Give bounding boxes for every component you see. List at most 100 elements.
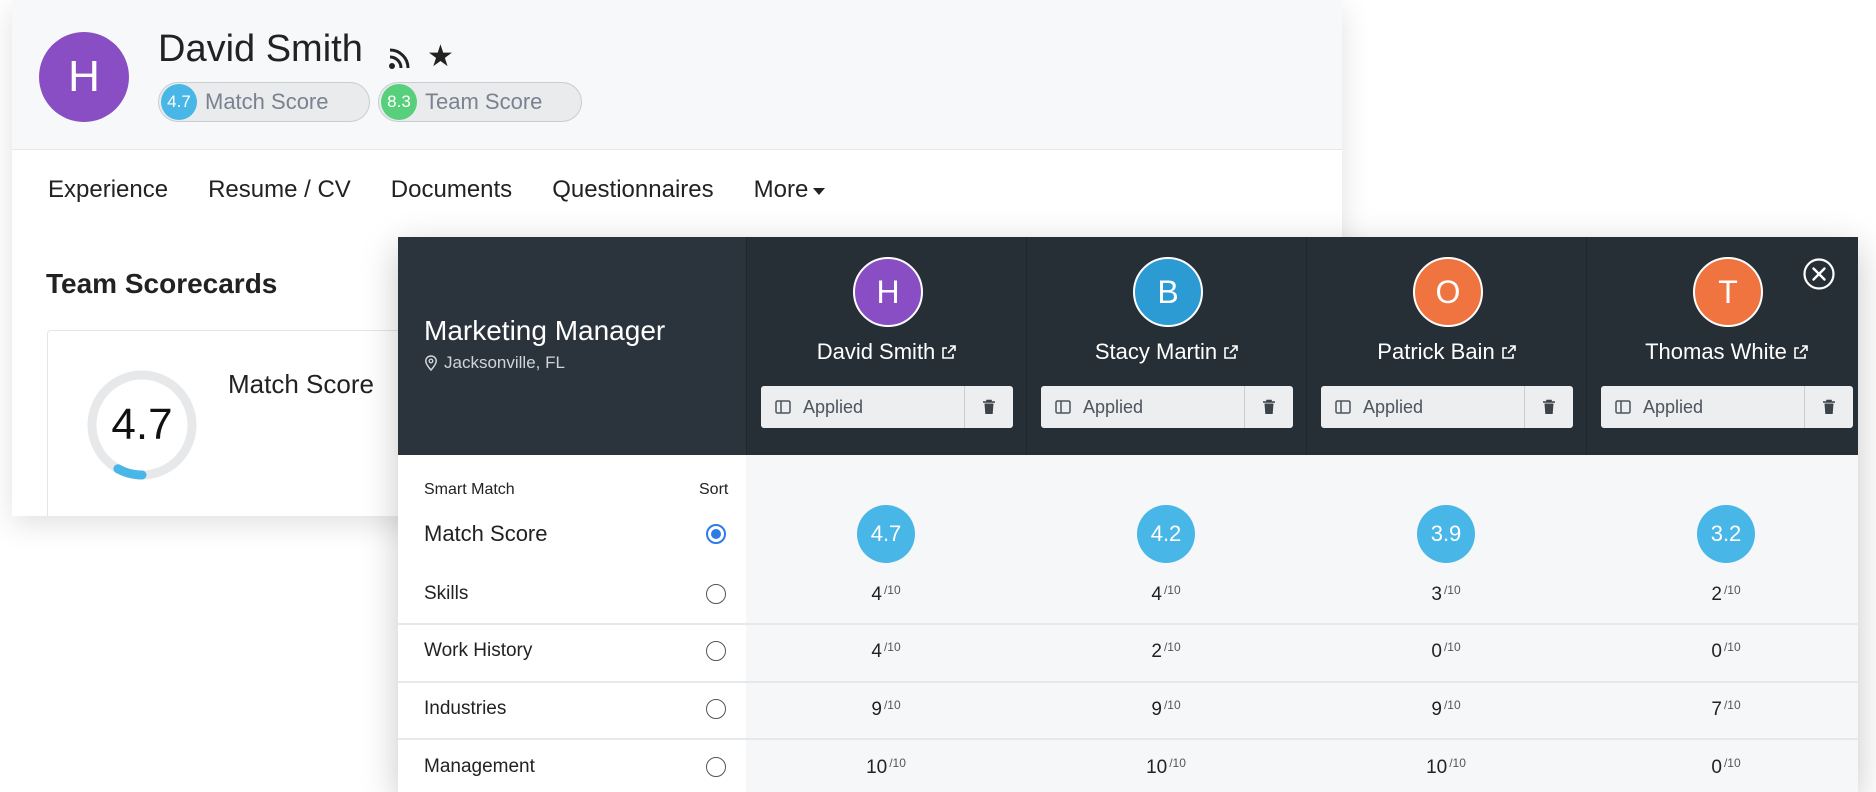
- metric-denominator: /10: [883, 698, 901, 712]
- candidate-name: David Smith: [158, 28, 363, 70]
- metric-score: 9/10: [1106, 698, 1226, 721]
- metric-denominator: /10: [1443, 640, 1461, 654]
- team-score-badge: 8.3 Team Score: [378, 82, 582, 122]
- status-label: Applied: [1083, 396, 1144, 417]
- metric-score: 4/10: [1106, 583, 1226, 606]
- trash-icon: [983, 399, 995, 414]
- metric-score: 10/10: [826, 756, 946, 779]
- metric-score: 7/10: [1666, 698, 1786, 721]
- candidate-avatar: O: [1413, 257, 1483, 327]
- sort-label: Sort: [699, 481, 729, 498]
- columns-icon: [1615, 400, 1631, 414]
- metric-value: 0: [1711, 641, 1722, 662]
- status-dropdown[interactable]: Applied: [1601, 386, 1805, 428]
- metric-value: 9: [1151, 699, 1162, 720]
- metric-value: 4: [871, 584, 882, 605]
- sort-radio[interactable]: [706, 524, 726, 544]
- match-score-value: 4.2: [1137, 505, 1195, 563]
- candidate-link[interactable]: Stacy Martin: [1027, 339, 1307, 365]
- caret-down-icon: [813, 188, 826, 195]
- candidate-link[interactable]: David Smith: [747, 339, 1027, 365]
- candidate-avatar: T: [1693, 257, 1763, 327]
- external-link-icon: [942, 345, 957, 359]
- delete-button[interactable]: [1245, 386, 1293, 428]
- external-link-icon: [1501, 345, 1516, 359]
- sort-radio[interactable]: [706, 757, 726, 777]
- metric-value: 9: [871, 699, 882, 720]
- candidate-comparison-panel: Marketing Manager Jacksonville, FL H Davi…: [398, 237, 1858, 792]
- delete-button[interactable]: [965, 386, 1013, 428]
- metric-denominator: /10: [1169, 756, 1186, 770]
- sort-radio[interactable]: [706, 699, 726, 719]
- metric-denominator: /10: [1723, 640, 1741, 654]
- team-score-value: 8.3: [381, 84, 417, 120]
- avatar: H: [39, 32, 129, 122]
- candidate-link[interactable]: Patrick Bain: [1307, 339, 1587, 365]
- status-dropdown[interactable]: Applied: [1321, 386, 1525, 428]
- metric-value: 10: [1146, 757, 1168, 778]
- metric-value: 4: [871, 641, 882, 662]
- metric-score: 3/10: [1386, 583, 1506, 606]
- row-divider: [398, 681, 1858, 683]
- metric-value: 3: [1431, 584, 1442, 605]
- status-control: Applied: [1321, 386, 1573, 428]
- delete-button[interactable]: [1525, 386, 1573, 428]
- gauge-value: 4.7: [111, 400, 173, 449]
- star-icon[interactable]: ★: [427, 42, 454, 72]
- metric-value: 2: [1151, 641, 1162, 662]
- row-divider: [398, 738, 1858, 740]
- delete-button[interactable]: [1805, 386, 1853, 428]
- candidate-avatar: B: [1133, 257, 1203, 327]
- criterion-label: Match Score: [424, 521, 548, 546]
- section-heading: Team Scorecards: [46, 268, 278, 299]
- candidate-name: Patrick Bain: [1377, 339, 1495, 364]
- trash-icon: [1263, 399, 1275, 414]
- tab-documents[interactable]: Documents: [391, 176, 512, 204]
- candidate-column-header: B Stacy Martin Applied: [1026, 237, 1306, 455]
- metric-denominator: /10: [1163, 640, 1181, 654]
- candidate-link[interactable]: Thomas White: [1587, 339, 1858, 365]
- match-score-card: 4.7 Match Score: [47, 330, 447, 516]
- trash-icon: [1543, 399, 1555, 414]
- tab-more-dropdown[interactable]: More: [754, 176, 826, 204]
- tab-resume-cv[interactable]: Resume / CV: [208, 176, 351, 204]
- metric-denominator: /10: [1723, 756, 1741, 770]
- job-title: Marketing Manager: [424, 315, 666, 346]
- metric-denominator: /10: [1723, 583, 1741, 597]
- metric-score: 10/10: [1106, 756, 1226, 779]
- criterion-label: Work History: [424, 640, 533, 661]
- status-control: Applied: [761, 386, 1013, 428]
- job-location-text: Jacksonville, FL: [444, 353, 565, 372]
- columns-icon: [1055, 400, 1071, 414]
- map-pin-icon: [425, 355, 437, 371]
- candidate-column-header: O Patrick Bain Applied: [1306, 237, 1586, 455]
- candidate-avatar: H: [853, 257, 923, 327]
- tab-experience[interactable]: Experience: [48, 176, 168, 204]
- rss-icon[interactable]: [387, 47, 411, 71]
- metric-score: 4/10: [826, 583, 946, 606]
- sort-radio[interactable]: [706, 584, 726, 604]
- external-link-icon: [1794, 345, 1808, 359]
- team-score-label: Team Score: [425, 89, 543, 114]
- metric-score: 0/10: [1666, 756, 1786, 779]
- status-label: Applied: [1643, 396, 1704, 417]
- tab-questionnaires[interactable]: Questionnaires: [552, 176, 713, 204]
- metric-score: 4/10: [826, 640, 946, 663]
- profile-header: H David Smith ★ 4.7 Match Score 8.3 Team…: [12, 0, 1342, 150]
- status-dropdown[interactable]: Applied: [1041, 386, 1245, 428]
- metric-score: 2/10: [1106, 640, 1226, 663]
- status-dropdown[interactable]: Applied: [761, 386, 965, 428]
- metric-value: 7: [1711, 699, 1722, 720]
- smart-match-label: Smart Match: [424, 481, 515, 498]
- sort-radio[interactable]: [706, 641, 726, 661]
- metric-denominator: /10: [1163, 698, 1181, 712]
- external-link-icon: [1224, 345, 1238, 359]
- match-score-label: Match Score: [205, 89, 329, 114]
- status-label: Applied: [803, 396, 864, 417]
- match-score-value: 3.9: [1417, 505, 1475, 563]
- tab-more-label: More: [753, 176, 809, 203]
- row-divider: [398, 623, 1858, 625]
- job-location: Jacksonville, FL: [424, 353, 565, 373]
- card-title: Match Score: [228, 369, 374, 399]
- close-icon[interactable]: [1802, 257, 1836, 291]
